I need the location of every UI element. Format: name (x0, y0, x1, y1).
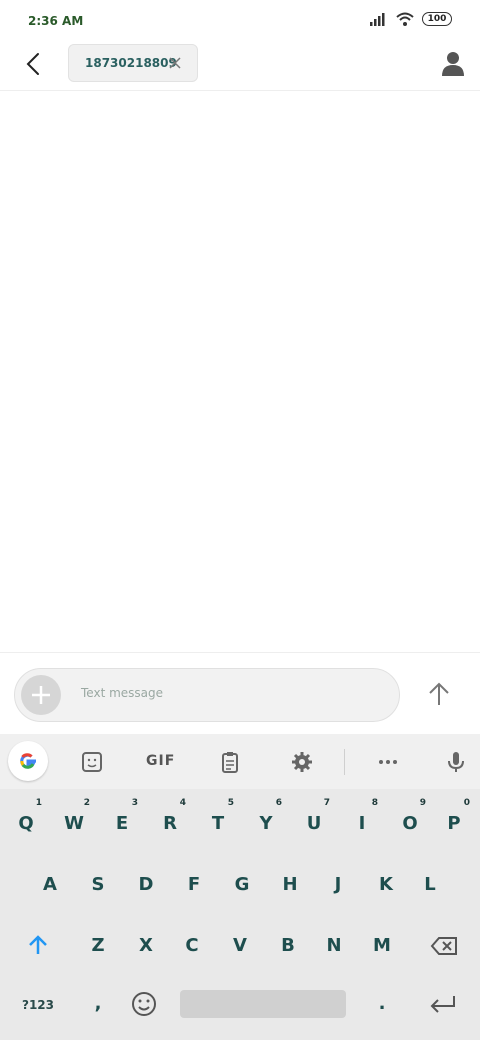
gif-button[interactable]: GIF (146, 753, 175, 769)
more-dots-icon (379, 760, 397, 764)
backspace-key[interactable] (418, 916, 466, 976)
remove-recipient-icon[interactable] (167, 55, 183, 71)
key-g[interactable]: G (218, 855, 266, 915)
key-n[interactable]: N (310, 916, 358, 976)
send-arrow-icon[interactable] (424, 679, 454, 709)
enter-arrow-icon (430, 996, 455, 1013)
key-m[interactable]: M (358, 916, 406, 976)
attach-button[interactable] (21, 675, 61, 715)
battery-icon: 100 (422, 12, 452, 26)
clipboard-icon (222, 752, 238, 773)
key-r[interactable]: 4R (146, 794, 194, 854)
settings-button[interactable] (286, 746, 318, 778)
composer-bar: Text message (0, 652, 480, 735)
key-w[interactable]: 2W (50, 794, 98, 854)
period-key[interactable]: . (358, 974, 406, 1034)
status-time: 2:36 AM (28, 14, 84, 28)
emoji-key[interactable] (120, 974, 168, 1034)
shift-key[interactable] (14, 916, 62, 976)
key-i[interactable]: 8I (338, 794, 386, 854)
keyboard: GIF 1 Q 2 W 3 E 4 R 5 T 6 Y 7 U 8 I 9 O … (0, 734, 480, 1040)
key-b[interactable]: B (264, 916, 312, 976)
enter-key[interactable] (418, 974, 466, 1034)
conversation-header: 18730218809 (0, 44, 480, 91)
microphone-icon (448, 752, 464, 772)
keyboard-toolbar: GIF (0, 734, 480, 789)
keyboard-row-1: 1Q 2W 3E 4R 5T 6Y 7U 8I 9O 0P (0, 794, 480, 854)
contact-icon[interactable] (440, 50, 466, 76)
symbols-key[interactable]: ?123 (22, 998, 54, 1012)
key-u[interactable]: 7U (290, 794, 338, 854)
message-list (0, 91, 480, 652)
key-z[interactable]: Z (74, 916, 122, 976)
spacebar[interactable] (180, 990, 346, 1018)
key-h[interactable]: H (266, 855, 314, 915)
status-bar: 2:36 AM 100 (0, 0, 480, 44)
key-y[interactable]: 6Y (242, 794, 290, 854)
key-j[interactable]: J (314, 855, 362, 915)
sticker-icon (82, 752, 102, 772)
google-g-icon (20, 753, 36, 769)
message-placeholder: Text message (81, 686, 164, 700)
sticker-button[interactable] (76, 746, 108, 778)
key-d[interactable]: D (122, 855, 170, 915)
key-l[interactable]: L (406, 855, 454, 915)
keyboard-row-3: Z X C V B N M (0, 916, 480, 976)
key-v[interactable]: V (216, 916, 264, 976)
key-a[interactable]: A (26, 855, 74, 915)
key-q[interactable]: 1Q (2, 794, 50, 854)
recipient-chip[interactable]: 18730218809 (68, 44, 198, 82)
key-k[interactable]: K (362, 855, 410, 915)
key-p[interactable]: 0P (430, 794, 478, 854)
gear-icon (292, 752, 312, 772)
recipient-number: 18730218809 (85, 56, 177, 70)
message-input[interactable]: Text message (14, 668, 400, 722)
backspace-icon (430, 937, 457, 955)
key-t[interactable]: 5T (194, 794, 242, 854)
status-icons: 100 (370, 12, 452, 26)
back-arrow-icon[interactable] (20, 50, 48, 78)
wifi-icon (396, 12, 414, 26)
clipboard-button[interactable] (214, 746, 246, 778)
plus-icon (32, 686, 50, 704)
toolbar-divider (344, 749, 345, 775)
key-o[interactable]: 9O (386, 794, 434, 854)
keyboard-row-2: A S D F G H J K L (0, 855, 480, 915)
voice-input-button[interactable] (440, 746, 472, 778)
comma-key[interactable]: , (74, 974, 122, 1034)
signal-icon (370, 13, 385, 26)
more-button[interactable] (372, 746, 404, 778)
key-e[interactable]: 3E (98, 794, 146, 854)
key-x[interactable]: X (122, 916, 170, 976)
key-s[interactable]: S (74, 855, 122, 915)
shift-arrow-icon (29, 935, 47, 954)
emoji-icon (132, 992, 156, 1016)
google-button[interactable] (8, 741, 48, 781)
key-c[interactable]: C (168, 916, 216, 976)
key-f[interactable]: F (170, 855, 218, 915)
